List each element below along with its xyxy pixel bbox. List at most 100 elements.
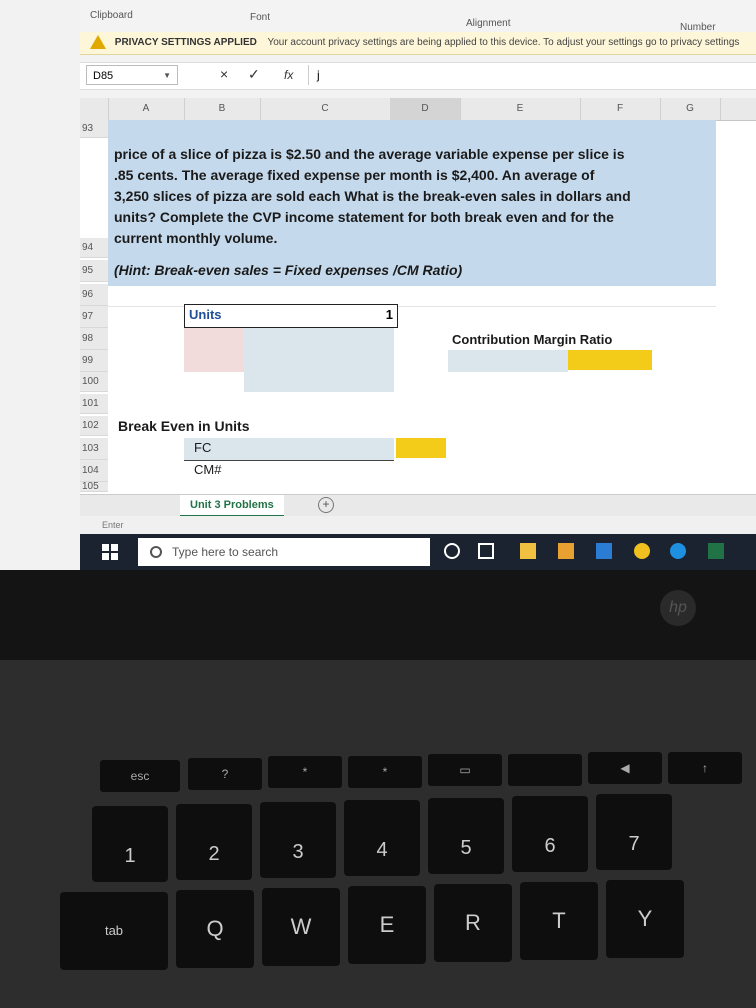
f2-key[interactable]: *: [268, 756, 342, 788]
column-headers: A B C D E F G: [80, 98, 756, 121]
key-5[interactable]: 5: [428, 798, 504, 874]
windows-start-icon[interactable]: [102, 544, 118, 560]
cell-reference: D85: [93, 70, 114, 82]
key-4[interactable]: 4: [344, 800, 420, 876]
search-icon: [150, 546, 162, 558]
name-box[interactable]: D85 ▼: [86, 65, 178, 85]
yellow-filled-cell[interactable]: [568, 350, 652, 370]
row-header-93[interactable]: 93: [80, 120, 108, 138]
key-r[interactable]: R: [434, 884, 512, 962]
key-y[interactable]: Y: [606, 880, 684, 958]
key-2[interactable]: 2: [176, 804, 252, 880]
column-header-e[interactable]: E: [460, 98, 581, 120]
column-header-b[interactable]: B: [184, 98, 261, 120]
f6-key[interactable]: ◀: [588, 752, 662, 784]
row-header-94[interactable]: 94: [80, 238, 108, 258]
chrome-icon[interactable]: [634, 543, 650, 559]
blue-filled-cell[interactable]: [184, 438, 394, 460]
enter-icon[interactable]: ✓: [248, 66, 260, 83]
chevron-down-icon[interactable]: ▼: [163, 66, 171, 86]
units-label: Units: [189, 307, 222, 322]
taskbar-search-box[interactable]: Type here to search: [138, 538, 430, 566]
ribbon-font-label[interactable]: Font: [250, 12, 270, 23]
excel-icon[interactable]: [708, 543, 724, 559]
column-header-a[interactable]: A: [108, 98, 185, 120]
row-header-105[interactable]: 105: [80, 482, 108, 492]
insert-function-icon[interactable]: fx: [284, 68, 293, 82]
row-header-101[interactable]: 101: [80, 394, 108, 414]
key-1[interactable]: 1: [92, 806, 168, 882]
store-icon[interactable]: [558, 543, 574, 559]
cm-label[interactable]: CM#: [194, 462, 221, 477]
status-bar: Enter: [80, 516, 756, 534]
column-header-d[interactable]: D: [390, 98, 461, 120]
sheet-tab-bar: Unit 3 Problems +: [80, 494, 756, 517]
blue-filled-cell[interactable]: [448, 350, 568, 372]
key-w[interactable]: W: [262, 888, 340, 966]
warning-icon: [90, 35, 106, 50]
fc-label[interactable]: FC: [194, 440, 211, 455]
question-line: units? Complete the CVP income statement…: [114, 209, 614, 225]
f7-key[interactable]: ↑: [668, 752, 742, 784]
row-header-100[interactable]: 100: [80, 372, 108, 392]
question-line: 3,250 slices of pizza are sold each What…: [114, 188, 631, 204]
row-header-99[interactable]: 99: [80, 350, 108, 372]
ribbon-alignment-label[interactable]: Alignment: [466, 18, 510, 29]
search-placeholder: Type here to search: [172, 545, 279, 559]
formula-input[interactable]: j: [308, 65, 693, 85]
mail-icon[interactable]: [596, 543, 612, 559]
row-header-97[interactable]: 97: [80, 306, 108, 328]
windows-taskbar: Type here to search: [80, 534, 756, 570]
row-header-96[interactable]: 96: [80, 284, 108, 306]
screen-bezel: hp: [0, 570, 756, 660]
ribbon-group-labels: Clipboard Font Alignment Number: [80, 0, 756, 33]
underline-border: [184, 460, 394, 461]
laptop-keyboard-deck: esc ? * * ▭ ◀ ↑ 1 2 3 4 5 6 7 tab Q W E …: [0, 660, 756, 1008]
cortana-icon[interactable]: [444, 543, 460, 559]
tab-key[interactable]: tab: [60, 892, 168, 970]
key-7[interactable]: 7: [596, 794, 672, 870]
key-3[interactable]: 3: [260, 802, 336, 878]
blue-filled-cell[interactable]: [244, 328, 394, 392]
row-header-104[interactable]: 104: [80, 460, 108, 482]
task-view-icon[interactable]: [478, 543, 494, 559]
f3-key[interactable]: *: [348, 756, 422, 788]
break-even-units-label[interactable]: Break Even in Units: [118, 418, 250, 434]
pink-filled-cell[interactable]: [184, 328, 244, 372]
hp-logo: hp: [660, 590, 696, 626]
privacy-message: Your account privacy settings are being …: [267, 37, 740, 48]
sheet-tab-unit3[interactable]: Unit 3 Problems: [180, 495, 284, 517]
spreadsheet-grid: A B C D E F G 93 94 95 96 97 98 99 100 1…: [80, 98, 756, 518]
units-value: 1: [385, 307, 393, 322]
esc-key[interactable]: esc: [100, 760, 180, 792]
privacy-notification-bar: PRIVACY SETTINGS APPLIED Your account pr…: [80, 32, 756, 55]
column-header-f[interactable]: F: [580, 98, 661, 120]
cancel-icon[interactable]: ×: [220, 66, 228, 82]
yellow-filled-cell[interactable]: [396, 438, 446, 458]
row-header-95[interactable]: 95: [80, 260, 108, 282]
row-header-98[interactable]: 98: [80, 328, 108, 350]
laptop-screen: Clipboard Font Alignment Number PRIVACY …: [0, 0, 756, 575]
key-e[interactable]: E: [348, 886, 426, 964]
question-line: price of a slice of pizza is $2.50 and t…: [114, 146, 625, 162]
ribbon-clipboard-label[interactable]: Clipboard: [90, 10, 133, 21]
f5-key[interactable]: [508, 754, 582, 786]
column-header-c[interactable]: C: [260, 98, 391, 120]
file-explorer-icon[interactable]: [520, 543, 536, 559]
column-header-g[interactable]: G: [660, 98, 721, 120]
hint-text: (Hint: Break-even sales = Fixed expenses…: [114, 262, 463, 278]
select-all-corner[interactable]: [80, 98, 109, 120]
f4-key[interactable]: ▭: [428, 754, 502, 786]
row-header-103[interactable]: 103: [80, 438, 108, 460]
key-q[interactable]: Q: [176, 890, 254, 968]
add-sheet-icon[interactable]: +: [318, 497, 334, 513]
key-t[interactable]: T: [520, 882, 598, 960]
question-line: .85 cents. The average fixed expense per…: [114, 167, 595, 183]
row-header-102[interactable]: 102: [80, 416, 108, 436]
f1-key[interactable]: ?: [188, 758, 262, 790]
contribution-margin-ratio-label[interactable]: Contribution Margin Ratio: [452, 332, 612, 347]
edge-icon[interactable]: [670, 543, 686, 559]
key-6[interactable]: 6: [512, 796, 588, 872]
privacy-title: PRIVACY SETTINGS APPLIED: [114, 37, 257, 48]
units-cell[interactable]: Units 1: [184, 304, 398, 328]
